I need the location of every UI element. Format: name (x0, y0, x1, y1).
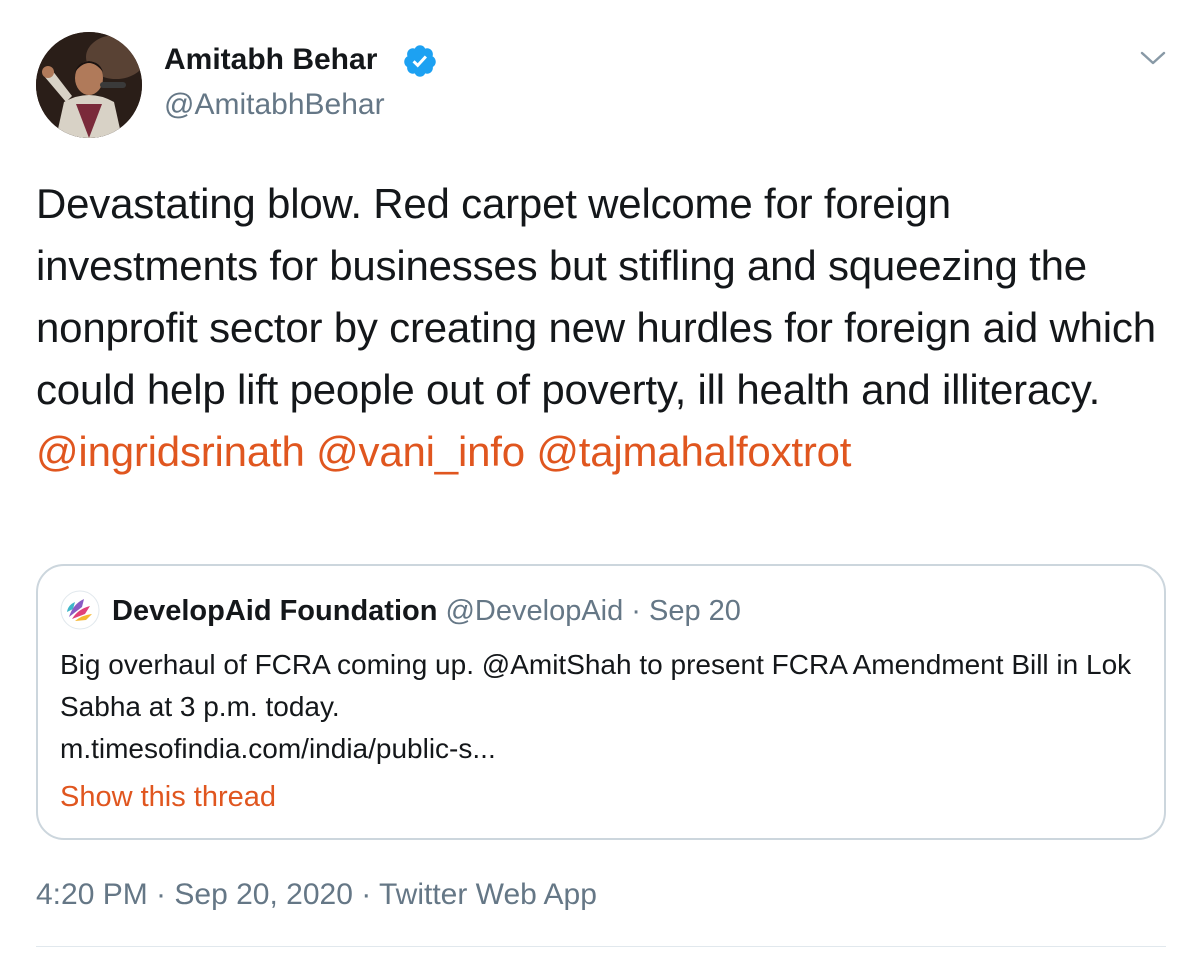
quoted-tweet-header: DevelopAid Foundation @DevelopAid · Sep … (112, 592, 741, 630)
tweet-text: Devastating blow. Red carpet welcome for… (36, 173, 1176, 483)
quoted-tweet-body: Big overhaul of FCRA coming up. @AmitSha… (60, 649, 1132, 722)
text-spacer (525, 428, 536, 475)
quoted-author-handle-date[interactable]: @DevelopAid · Sep 20 (437, 595, 740, 627)
divider (36, 946, 1166, 947)
tweet-timestamp[interactable]: 4:20 PM · Sep 20, 2020 · Twitter Web App (36, 875, 597, 915)
author-handle[interactable]: @AmitabhBehar (164, 86, 385, 124)
author-name[interactable]: Amitabh Behar (164, 41, 377, 79)
avatar[interactable] (36, 32, 142, 138)
mention-link[interactable]: @tajmahalfoxtrot (536, 428, 851, 475)
text-spacer (305, 428, 316, 475)
show-thread-link[interactable]: Show this thread (60, 778, 276, 816)
developaid-logo-icon (60, 590, 100, 630)
chevron-down-icon[interactable] (1138, 44, 1168, 72)
tweet: Amitabh Behar @AmitabhBehar Devastating … (0, 0, 1192, 960)
quoted-tweet-text: Big overhaul of FCRA coming up. @AmitSha… (60, 644, 1150, 770)
quoted-tweet-link[interactable]: m.timesofindia.com/india/public-s... (60, 728, 1150, 770)
verified-badge-icon (402, 43, 438, 79)
mention-link[interactable]: @vani_info (316, 428, 525, 475)
quoted-author-name[interactable]: DevelopAid Foundation (112, 595, 437, 627)
tweet-body: Devastating blow. Red carpet welcome for… (36, 180, 1156, 413)
quoted-tweet-card[interactable]: DevelopAid Foundation @DevelopAid · Sep … (36, 564, 1166, 840)
mention-link[interactable]: @ingridsrinath (36, 428, 305, 475)
